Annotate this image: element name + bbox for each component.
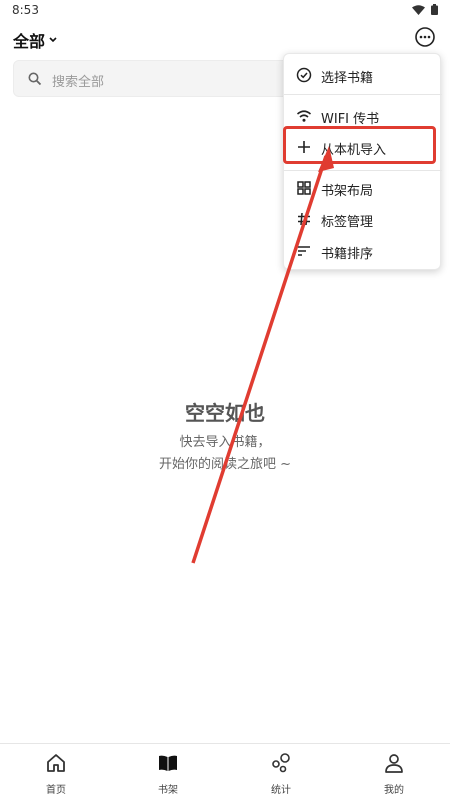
nav-label: 书架 bbox=[158, 785, 178, 796]
nav-item-stats[interactable]: 统计 bbox=[225, 744, 337, 800]
home-icon bbox=[47, 754, 65, 772]
bottom-nav: 首页 书架 统计 我的 bbox=[0, 743, 450, 800]
nav-item-profile[interactable]: 我的 bbox=[338, 744, 450, 800]
annotation-arrow bbox=[191, 146, 334, 564]
book-icon bbox=[159, 755, 177, 771]
nav-label: 统计 bbox=[271, 785, 291, 796]
profile-icon bbox=[385, 754, 403, 773]
nav-item-bookshelf[interactable]: 书架 bbox=[112, 744, 224, 800]
stats-icon bbox=[272, 753, 290, 773]
nav-item-home[interactable]: 首页 bbox=[0, 744, 112, 800]
nav-label: 我的 bbox=[384, 785, 404, 796]
nav-label: 首页 bbox=[46, 785, 66, 796]
